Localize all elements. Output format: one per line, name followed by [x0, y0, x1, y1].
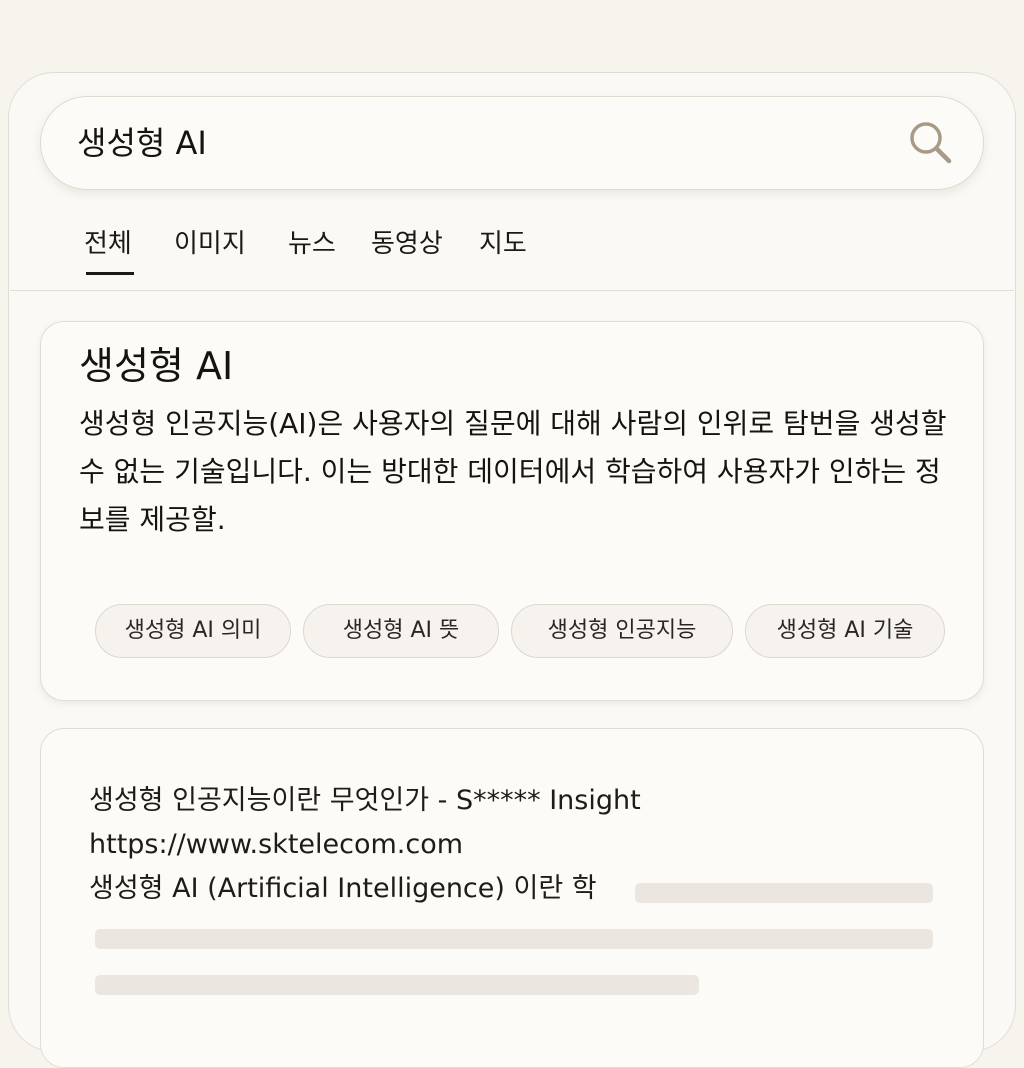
- search-icon[interactable]: [907, 119, 955, 167]
- related-search-chip[interactable]: 생성형 AI 뜻: [303, 604, 499, 658]
- related-search-chip[interactable]: 생성형 AI 기술: [745, 604, 945, 658]
- active-tab-indicator: [86, 272, 134, 275]
- tab-maps[interactable]: 지도: [479, 226, 527, 262]
- search-bar[interactable]: 생성형 AI: [40, 96, 984, 190]
- result-snippet: 생성형 AI (Artificial Intelligence) 이란 학: [89, 873, 597, 904]
- result-title-link[interactable]: 생성형 인공지능이란 무엇인가 - S***** Insight: [89, 783, 641, 819]
- snippet-placeholder-line: [635, 883, 933, 903]
- tab-videos[interactable]: 동영상: [371, 226, 443, 262]
- summary-text: 생성형 인공지능(AI)은 사용자의 질문에 대해 사람의 인위로 탐번을 생성…: [79, 407, 947, 536]
- tab-images[interactable]: 이미지: [174, 226, 246, 262]
- summary-title: 생성형 AI: [79, 344, 234, 388]
- tab-bar: 전체 이미지 뉴스 동영상 지도: [0, 220, 1024, 290]
- related-search-chip[interactable]: 생성형 인공지능: [511, 604, 733, 658]
- search-input[interactable]: 생성형 AI: [77, 122, 207, 164]
- divider: [10, 290, 1014, 291]
- snippet-placeholder-line: [95, 975, 699, 995]
- tab-news[interactable]: 뉴스: [288, 226, 336, 262]
- snippet-placeholder-line: [95, 929, 933, 949]
- summary-card: 생성형 AI 생성형 인공지능(AI)은 사용자의 질문에 대해 사람의 인위로…: [40, 321, 984, 701]
- result-url[interactable]: https://www.sktelecom.com: [89, 827, 463, 863]
- related-search-chip[interactable]: 생성형 AI 의미: [95, 604, 291, 658]
- tab-all[interactable]: 전체: [84, 226, 132, 262]
- search-result-card: 생성형 인공지능이란 무엇인가 - S***** Insight https:/…: [40, 728, 984, 1068]
